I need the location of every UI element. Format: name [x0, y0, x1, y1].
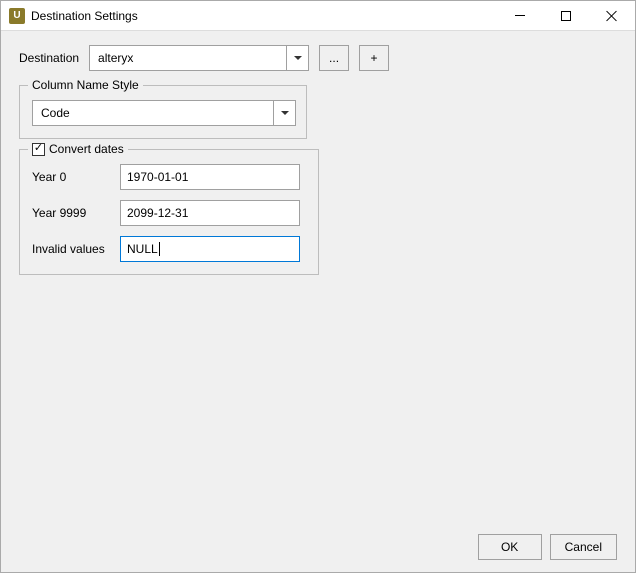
column-name-style-combo-button[interactable]: [273, 101, 295, 125]
add-button[interactable]: +: [359, 45, 389, 71]
column-name-style-legend: Column Name Style: [28, 78, 143, 92]
column-name-style-combo[interactable]: Code: [32, 100, 296, 126]
year9999-label: Year 9999: [32, 206, 120, 220]
destination-combo[interactable]: alteryx: [89, 45, 309, 71]
minimize-icon: [515, 15, 525, 16]
year9999-value: 2099-12-31: [127, 206, 188, 220]
app-icon: U: [9, 8, 25, 24]
year0-row: Year 0 1970-01-01: [32, 164, 306, 190]
text-caret: [159, 242, 160, 256]
column-name-style-legend-text: Column Name Style: [32, 78, 139, 92]
column-name-style-group: Column Name Style Code: [19, 85, 307, 139]
invalid-values-input[interactable]: NULL: [120, 236, 300, 262]
invalid-values-label: Invalid values: [32, 242, 120, 256]
convert-dates-group: Convert dates Year 0 1970-01-01 Year 999…: [19, 149, 319, 275]
destination-row: Destination alteryx ... +: [19, 45, 617, 71]
close-button[interactable]: [589, 1, 635, 31]
close-icon: [606, 10, 618, 22]
year9999-input[interactable]: 2099-12-31: [120, 200, 300, 226]
year0-input[interactable]: 1970-01-01: [120, 164, 300, 190]
maximize-icon: [561, 11, 571, 21]
dialog-footer: OK Cancel: [19, 526, 617, 560]
cancel-button[interactable]: Cancel: [550, 534, 617, 560]
title-bar: U Destination Settings: [1, 1, 635, 31]
minimize-button[interactable]: [497, 1, 543, 31]
invalid-row: Invalid values NULL: [32, 236, 306, 262]
maximize-button[interactable]: [543, 1, 589, 31]
destination-combo-button[interactable]: [286, 46, 308, 70]
dialog-window: U Destination Settings Destination alter…: [0, 0, 636, 573]
year0-value: 1970-01-01: [127, 170, 188, 184]
column-name-style-value: Code: [33, 101, 273, 125]
client-area: Destination alteryx ... + Column Name St…: [1, 31, 635, 572]
year9999-row: Year 9999 2099-12-31: [32, 200, 306, 226]
window-title: Destination Settings: [31, 9, 138, 23]
destination-label: Destination: [19, 51, 79, 65]
year0-label: Year 0: [32, 170, 120, 184]
ok-button[interactable]: OK: [478, 534, 542, 560]
convert-dates-checkbox[interactable]: [32, 143, 45, 156]
convert-dates-legend-text: Convert dates: [49, 142, 124, 156]
chevron-down-icon: [294, 56, 302, 60]
destination-combo-value: alteryx: [90, 46, 286, 70]
convert-dates-legend: Convert dates: [28, 142, 128, 156]
browse-button[interactable]: ...: [319, 45, 349, 71]
invalid-values-value: NULL: [127, 242, 158, 256]
chevron-down-icon: [281, 111, 289, 115]
